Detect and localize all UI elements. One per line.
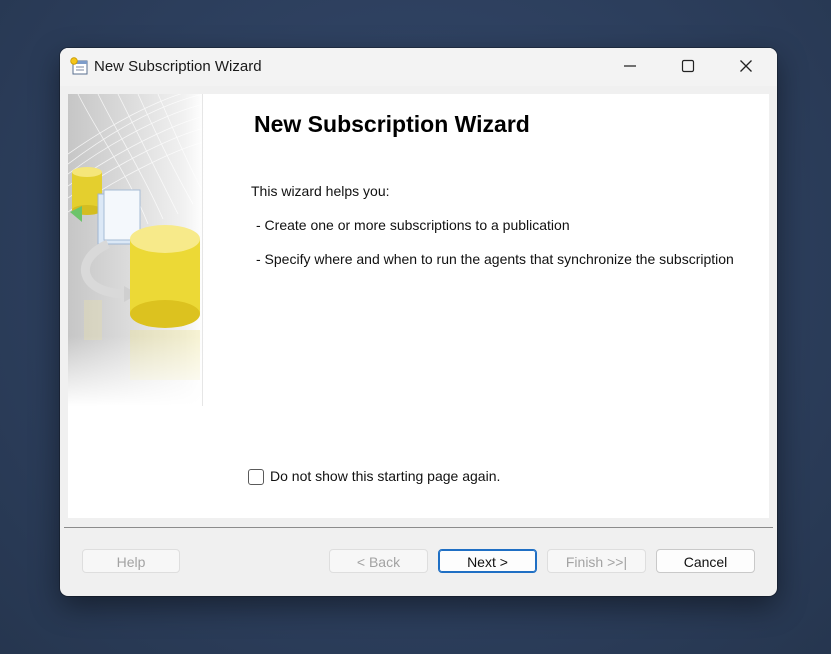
wizard-heading: New Subscription Wizard bbox=[254, 111, 530, 137]
wizard-intro: This wizard helps you: bbox=[251, 183, 390, 199]
finish-button[interactable]: Finish >>| bbox=[547, 549, 646, 573]
footer-separator bbox=[64, 527, 773, 528]
close-button[interactable] bbox=[717, 48, 775, 84]
wizard-bullet-1: - Create one or more subscriptions to a … bbox=[256, 217, 570, 233]
next-button[interactable]: Next > bbox=[438, 549, 537, 573]
wizard-bullet-2: - Specify where and when to run the agen… bbox=[256, 251, 734, 267]
maximize-button[interactable] bbox=[659, 48, 717, 84]
minimize-button[interactable] bbox=[601, 48, 659, 84]
wizard-banner-image bbox=[68, 94, 204, 406]
checkbox-box[interactable] bbox=[248, 469, 264, 485]
wizard-content: New Subscription Wizard This wizard help… bbox=[68, 94, 769, 518]
back-button[interactable]: < Back bbox=[329, 549, 428, 573]
title-bar[interactable]: New Subscription Wizard bbox=[60, 48, 777, 86]
wizard-app-icon bbox=[70, 57, 88, 75]
banner-divider bbox=[202, 94, 203, 406]
cancel-button[interactable]: Cancel bbox=[656, 549, 755, 573]
maximize-icon bbox=[681, 59, 695, 73]
wizard-window: New Subscription Wizard New Subscription… bbox=[60, 48, 777, 596]
close-icon bbox=[740, 60, 752, 72]
window-title: New Subscription Wizard bbox=[94, 58, 262, 75]
minimize-icon bbox=[624, 65, 636, 67]
checkbox-label[interactable]: Do not show this starting page again. bbox=[270, 468, 500, 484]
help-button[interactable]: Help bbox=[82, 549, 180, 573]
banner-fade bbox=[68, 336, 204, 406]
